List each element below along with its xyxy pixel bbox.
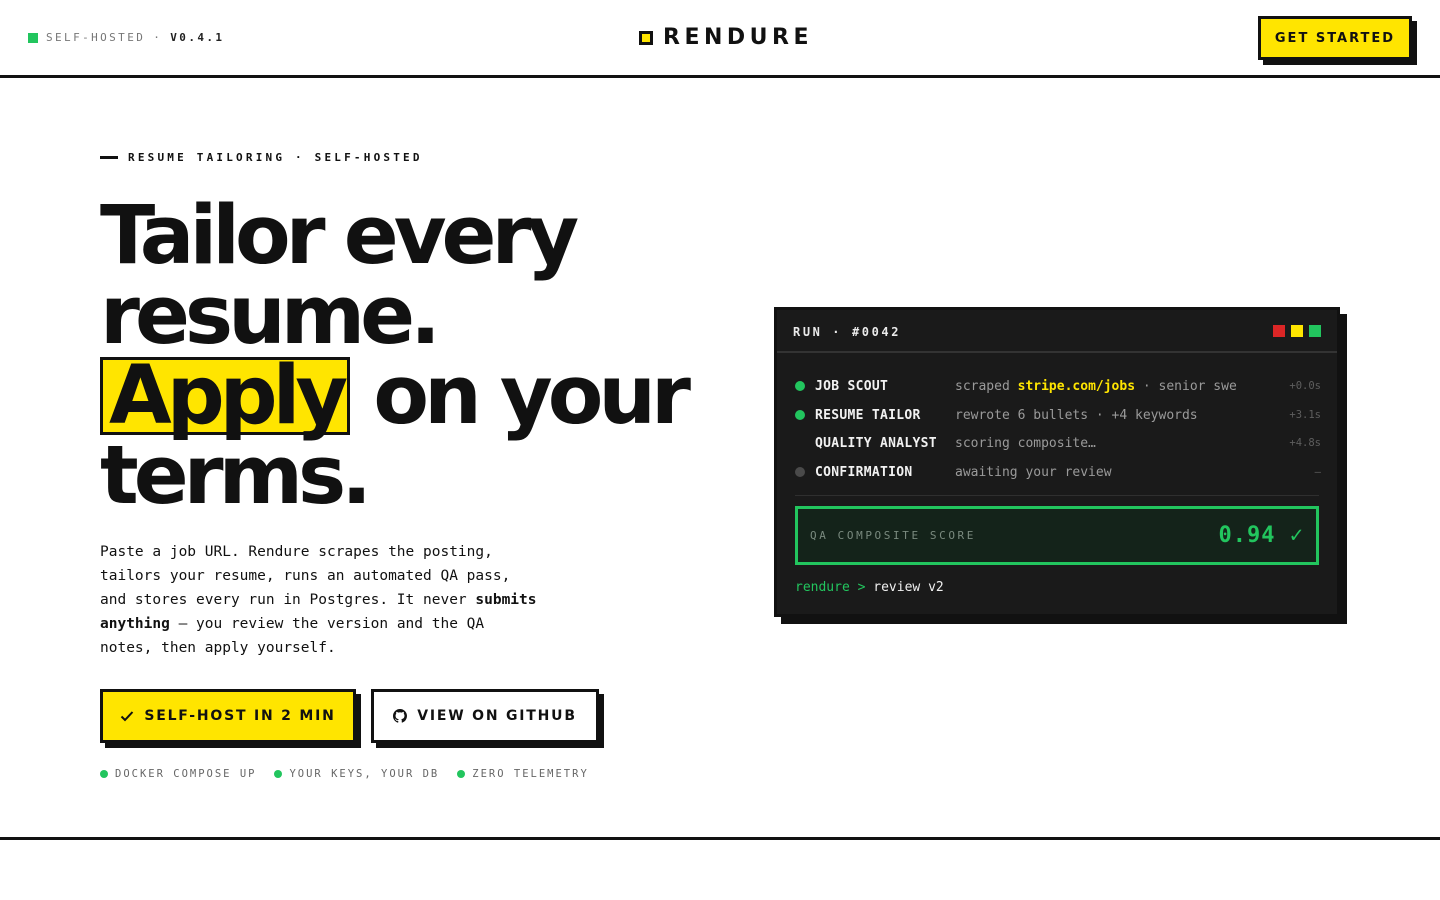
green-light-icon — [1309, 325, 1321, 337]
run-title: RUN · #0042 — [793, 325, 902, 339]
headline-line-1: Tailor every — [100, 189, 579, 283]
prompt-command: review v2 — [873, 580, 944, 595]
feature-item: ZERO TELEMETRY — [457, 768, 589, 780]
eyebrow-text: RESUME TAILORING · SELF-HOSTED — [128, 151, 423, 164]
terminal-prompt: rendure > review v2 — [795, 580, 944, 595]
feature-item: YOUR KEYS, YOUR DB — [274, 768, 439, 780]
brand-name: RENDURE — [663, 25, 813, 50]
brand-logo[interactable]: RENDURE — [639, 25, 813, 50]
agent-message: scoring composite… — [955, 435, 1096, 451]
green-dot-icon — [100, 770, 108, 778]
version-label: V0.4.1 — [170, 31, 225, 44]
run-terminal-card: RUN · #0042 JOB SCOUT scraped stripe.com… — [774, 307, 1340, 617]
hero-headline: Tailor every resume. Apply on your terms… — [100, 189, 691, 523]
hero-eyebrow: RESUME TAILORING · SELF-HOSTED — [100, 151, 423, 164]
agent-step-row: QUALITY ANALYST scoring composite… +4.8s — [795, 433, 1321, 453]
window-lights — [1273, 325, 1321, 337]
agent-step-row: CONFIRMATION awaiting your review — — [795, 462, 1321, 482]
feature-label: YOUR KEYS, YOUR DB — [289, 768, 440, 780]
description-part-1: Paste a job URL. Rendure scrapes the pos… — [100, 544, 511, 608]
green-dot-icon — [457, 770, 466, 778]
headline-line-2: resume. — [100, 269, 441, 363]
status-pending-icon — [795, 467, 805, 477]
self-host-button[interactable]: SELF-HOST IN 2 MIN — [100, 689, 356, 743]
agent-message: scraped stripe.com/jobs · senior swe — [955, 379, 1261, 394]
step-time: +0.0s — [1289, 380, 1321, 392]
status-done-icon — [795, 410, 805, 420]
logo-square-icon — [639, 30, 653, 45]
check-icon — [120, 710, 134, 722]
headline-highlight: Apply — [100, 356, 351, 437]
step-time: +3.1s — [1289, 409, 1321, 421]
terminal-divider — [795, 495, 1319, 496]
agent-step-row: RESUME TAILOR rewrote 6 bullets · +4 key… — [795, 405, 1321, 425]
step-time: — — [1314, 466, 1321, 478]
terminal-titlebar: RUN · #0042 — [777, 310, 1337, 353]
agent-name: JOB SCOUT — [815, 378, 889, 394]
agent-name: QUALITY ANALYST — [815, 435, 937, 451]
feature-label: DOCKER COMPOSE UP — [115, 768, 257, 780]
headline-line-3-rest: on your — [350, 349, 691, 443]
agent-step-row: JOB SCOUT scraped stripe.com/jobs · seni… — [795, 376, 1321, 396]
prompt-name: rendure — [795, 580, 850, 595]
yellow-light-icon — [1291, 325, 1303, 337]
message-link: stripe.com/jobs — [1017, 378, 1136, 394]
agent-name: RESUME TAILOR — [815, 407, 921, 423]
hero-description: Paste a job URL. Rendure scrapes the pos… — [100, 540, 540, 660]
step-time: +4.8s — [1289, 437, 1321, 449]
message-suffix: · senior swe — [1135, 378, 1237, 394]
prompt-symbol: > — [857, 580, 866, 595]
eyebrow-dash — [100, 156, 118, 159]
green-square-icon — [28, 32, 38, 43]
green-dot-icon — [274, 770, 283, 778]
github-icon — [393, 709, 408, 723]
red-light-icon — [1273, 325, 1285, 337]
section-divider — [0, 837, 1440, 840]
version-badge: SELF-HOSTED · V0.4.1 — [28, 31, 224, 44]
top-nav: SELF-HOSTED · V0.4.1 RENDURE GET STARTED — [0, 0, 1440, 78]
headline-line-4: terms. — [100, 429, 372, 523]
github-button[interactable]: VIEW ON GITHUB — [371, 689, 599, 743]
agent-message: rewrote 6 bullets · +4 keywords — [955, 407, 1198, 423]
status-running-icon — [795, 438, 805, 448]
self-hosted-label: SELF-HOSTED — [46, 31, 146, 44]
qa-score-panel: QA COMPOSITE SCORE 0.94 ✓ — [795, 506, 1319, 565]
score-label: QA COMPOSITE SCORE — [810, 529, 977, 542]
feature-item: DOCKER COMPOSE UP — [100, 768, 256, 780]
headline-line-3: Apply on your — [100, 356, 691, 437]
self-host-label: SELF-HOST IN 2 MIN — [144, 708, 336, 724]
score-value: 0.94 ✓ — [1218, 523, 1304, 548]
github-label: VIEW ON GITHUB — [417, 708, 577, 724]
badge-separator: · — [153, 31, 163, 44]
feature-label: ZERO TELEMETRY — [472, 768, 589, 780]
status-done-icon — [795, 381, 805, 391]
feature-list: DOCKER COMPOSE UP YOUR KEYS, YOUR DB ZER… — [100, 768, 589, 780]
get-started-button[interactable]: GET STARTED — [1258, 16, 1412, 60]
message-text: scraped — [955, 378, 1018, 394]
agent-message: awaiting your review — [955, 464, 1112, 480]
agent-name: CONFIRMATION — [815, 464, 913, 480]
